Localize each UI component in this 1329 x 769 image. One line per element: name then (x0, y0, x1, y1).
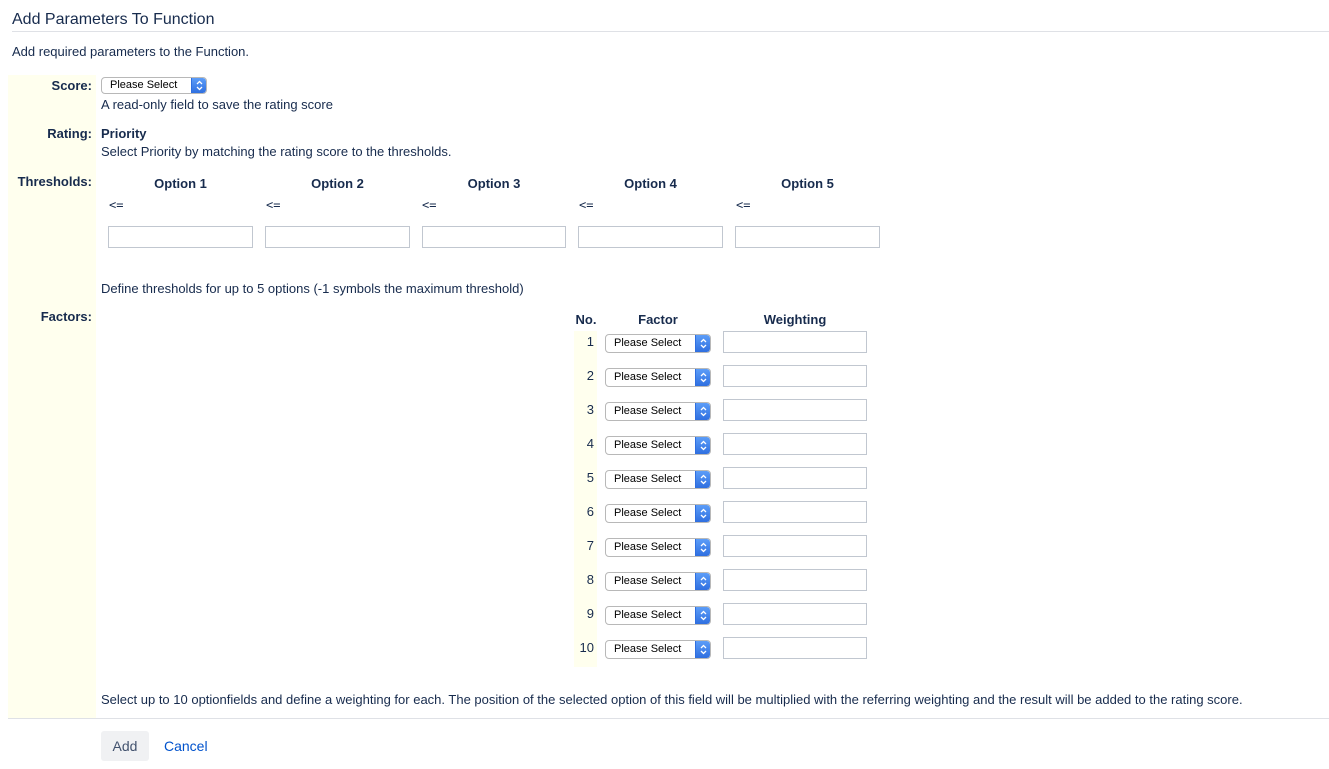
rating-value: Priority (101, 126, 147, 141)
page-description: Add required parameters to the Function. (12, 44, 250, 59)
threshold-input-2[interactable] (265, 226, 410, 248)
select-updown-icon (695, 641, 710, 658)
page-title: Add Parameters To Function (12, 11, 215, 28)
select-updown-icon (695, 471, 710, 488)
weighting-input[interactable] (723, 501, 867, 523)
threshold-input-3[interactable] (422, 226, 566, 248)
threshold-operator-2: <= (266, 198, 281, 212)
rating-label: Rating: (47, 126, 92, 141)
factors-header-weighting: Weighting (763, 312, 827, 327)
factor-select[interactable]: Please Select (605, 402, 711, 421)
factor-select[interactable]: Please Select (605, 470, 711, 489)
threshold-header-2: Option 2 (311, 176, 364, 191)
select-updown-icon (695, 607, 710, 624)
factor-select-value: Please Select (614, 507, 682, 519)
thresholds-help: Define thresholds for up to 5 options (-… (101, 281, 524, 296)
select-updown-icon (695, 403, 710, 420)
label-column (8, 75, 96, 718)
threshold-header-1: Option 1 (154, 176, 207, 191)
select-updown-icon (695, 539, 710, 556)
factor-select-value: Please Select (614, 439, 682, 451)
factor-select[interactable]: Please Select (605, 572, 711, 591)
factor-row-number: 9 (586, 606, 594, 621)
select-updown-icon (695, 369, 710, 386)
factor-row-number: 10 (579, 640, 594, 655)
factor-row-number: 4 (586, 436, 594, 451)
factor-select[interactable]: Please Select (605, 504, 711, 523)
factors-help: Select up to 10 optionfields and define … (101, 692, 1243, 707)
threshold-input-1[interactable] (108, 226, 253, 248)
factor-select-value: Please Select (614, 609, 682, 621)
threshold-header-4: Option 4 (624, 176, 677, 191)
factor-row-number: 1 (586, 334, 594, 349)
weighting-input[interactable] (723, 365, 867, 387)
weighting-input[interactable] (723, 467, 867, 489)
score-select-value: Please Select (110, 79, 178, 91)
factor-row-number: 5 (586, 470, 594, 485)
threshold-operator-4: <= (579, 198, 594, 212)
threshold-operator-5: <= (736, 198, 751, 212)
factor-row-number: 3 (586, 402, 594, 417)
threshold-header-5: Option 5 (781, 176, 834, 191)
factor-select-value: Please Select (614, 541, 682, 553)
factor-row-number: 6 (586, 504, 594, 519)
add-button[interactable]: Add (101, 731, 149, 761)
factor-select-value: Please Select (614, 337, 682, 349)
select-updown-icon (695, 437, 710, 454)
factor-select[interactable]: Please Select (605, 334, 711, 353)
score-label: Score: (51, 78, 92, 93)
select-updown-icon (695, 505, 710, 522)
threshold-operator-3: <= (422, 198, 437, 212)
weighting-input[interactable] (723, 433, 867, 455)
select-updown-icon (191, 78, 206, 93)
select-updown-icon (695, 335, 710, 352)
weighting-input[interactable] (723, 569, 867, 591)
factor-select[interactable]: Please Select (605, 606, 711, 625)
score-help: A read-only field to save the rating sco… (101, 97, 333, 112)
factor-select-value: Please Select (614, 575, 682, 587)
threshold-input-5[interactable] (735, 226, 880, 248)
rating-help: Select Priority by matching the rating s… (101, 144, 452, 159)
threshold-input-4[interactable] (578, 226, 723, 248)
factor-row-number: 7 (586, 538, 594, 553)
weighting-input[interactable] (723, 637, 867, 659)
factors-label: Factors: (40, 309, 92, 324)
factor-select[interactable]: Please Select (605, 538, 711, 557)
factor-select[interactable]: Please Select (605, 436, 711, 455)
weighting-input[interactable] (723, 535, 867, 557)
factor-row-number: 8 (586, 572, 594, 587)
select-updown-icon (695, 573, 710, 590)
factor-select-value: Please Select (614, 643, 682, 655)
factor-select-value: Please Select (614, 371, 682, 383)
cancel-link[interactable]: Cancel (164, 738, 208, 754)
title-divider (12, 31, 1329, 32)
factor-select[interactable]: Please Select (605, 368, 711, 387)
threshold-operator-1: <= (109, 198, 124, 212)
weighting-input[interactable] (723, 603, 867, 625)
thresholds-label: Thresholds: (17, 174, 92, 189)
factor-select-value: Please Select (614, 473, 682, 485)
footer-divider (8, 718, 1329, 719)
score-select[interactable]: Please Select (101, 77, 207, 94)
weighting-input[interactable] (723, 331, 867, 353)
factor-row-number: 2 (586, 368, 594, 383)
factor-select-value: Please Select (614, 405, 682, 417)
factors-header-no: No. (575, 312, 597, 327)
weighting-input[interactable] (723, 399, 867, 421)
factors-header-factor: Factor (638, 312, 678, 327)
threshold-header-3: Option 3 (467, 176, 521, 191)
factor-select[interactable]: Please Select (605, 640, 711, 659)
